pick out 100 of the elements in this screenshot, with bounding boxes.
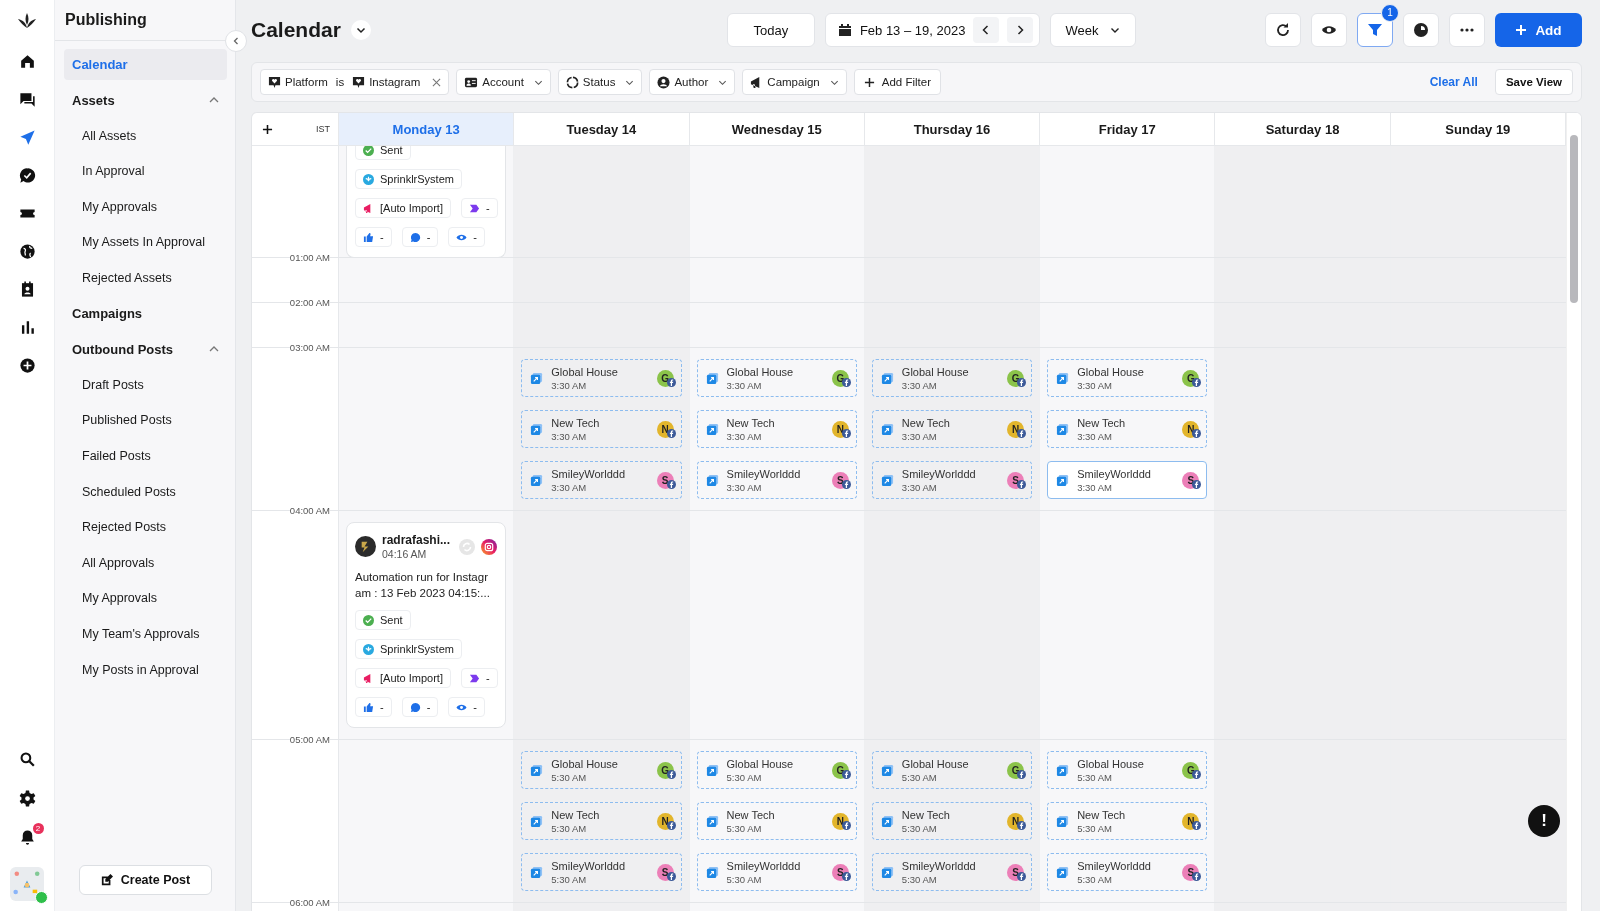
scheduled-post-card[interactable]: Global House 3:30 AM G [871,359,1033,397]
calendar-cell[interactable] [1390,348,1566,510]
calendar-cell[interactable] [1390,303,1566,347]
add-circle-icon[interactable] [17,356,37,375]
sidebar-item[interactable]: All Assets [64,120,227,152]
filter-dropdown[interactable]: Campaign [742,69,847,95]
calendar-cell[interactable] [339,348,515,510]
sidebar-item[interactable]: Calendar [64,49,227,80]
calendar-cell[interactable] [1390,146,1566,257]
add-event-button[interactable] [262,123,273,135]
post-card[interactable]: radrafashi... 04:16 AM Automation run for Instagram : 13 Feb 2023 04:15:... Sent SprinklrSystem [Auto Import] - - - - [346,522,507,728]
calendar-cell[interactable] [1040,146,1216,257]
scheduled-post-card[interactable]: SmileyWorlddd 3:30 AM S [696,461,857,499]
calendar-cell[interactable] [864,146,1041,257]
day-header[interactable]: Thursday 16 [864,113,1041,145]
pie-chart-button[interactable] [1403,13,1439,47]
sidebar-item[interactable]: Published Posts [64,404,227,436]
filter-icon [1367,22,1383,38]
calendar-cell[interactable] [339,740,515,902]
sidebar-item[interactable]: Draft Posts [64,369,227,401]
scheduled-post-card[interactable]: SmileyWorlddd 3:30 AM S [1047,461,1208,499]
today-button[interactable]: Today [726,13,815,47]
sidebar-item[interactable]: My Approvals [64,191,227,223]
check-bubble-icon[interactable] [17,166,37,185]
scheduled-post-card[interactable]: New Tech 3:30 AM N [521,410,682,448]
close-icon[interactable] [432,77,442,87]
day-header[interactable]: Saturday 18 [1215,113,1391,145]
save-view-button[interactable]: Save View [1494,69,1573,95]
day-header[interactable]: Tuesday 14 [514,113,690,145]
scheduled-post-card[interactable]: SmileyWorlddd 3:30 AM S [871,461,1033,499]
platform-filter-chip[interactable]: Platform is Instagram [260,69,450,95]
calendar-cell[interactable] [1390,740,1566,902]
filter-dropdown[interactable]: Account [456,69,551,95]
sidebar-item[interactable]: My Approvals [64,582,227,614]
calendar-cell[interactable]: Global House 5:30 AM G New Tech 5:30 AM N SmileyWorlddd 5:30 AM S [514,740,690,902]
scheduled-post-card[interactable]: Global House 3:30 AM G [696,359,857,397]
sidebar-item[interactable]: Rejected Posts [64,511,227,543]
clear-all-link[interactable]: Clear All [1429,75,1478,89]
post-time: 3:30 AM [726,481,763,493]
sidebar-item[interactable]: Rejected Assets [64,262,227,294]
calendar-cell[interactable] [1215,146,1391,257]
calendar-cell[interactable] [1390,511,1566,739]
scheduled-post-card[interactable]: SmileyWorlddd 5:30 AM S [696,853,857,891]
sidebar-item[interactable]: My Team's Approvals [64,618,227,650]
scrollbar[interactable] [1566,113,1581,911]
scheduled-post-card[interactable]: Global House 5:30 AM G [871,751,1033,789]
sidebar-item[interactable]: All Approvals [64,547,227,579]
collapse-button[interactable] [225,30,247,52]
scheduled-post-card[interactable]: New Tech 5:30 AM N [521,802,682,840]
calendar-cell[interactable] [339,258,515,302]
scheduled-post-card[interactable]: SmileyWorlddd 5:30 AM S [521,853,682,891]
add-filter-button[interactable]: Add Filter [853,69,941,95]
create-post-button[interactable]: Create Post [79,865,212,895]
add-button[interactable]: Add [1495,13,1582,47]
calendar-cell[interactable] [1390,258,1566,302]
calendar-cell[interactable]: Global House 3:30 AM G New Tech 3:30 AM N SmileyWorlddd 3:30 AM S [514,348,690,510]
scheduled-post-card[interactable]: Global House 5:30 AM G [1047,751,1208,789]
scheduled-post-card[interactable]: New Tech 5:30 AM N [696,802,857,840]
scrollbar-thumb[interactable] [1570,135,1578,303]
sidebar-item[interactable]: Campaigns [64,298,227,330]
calendar-cell[interactable]: Global House 5:30 AM G New Tech 5:30 AM N SmileyWorlddd 5:30 AM S [689,740,865,902]
date-range-picker[interactable]: Feb 13 – 19, 2023 [824,13,1041,47]
next-button[interactable] [1007,17,1034,43]
sidebar-item[interactable]: Scheduled Posts [64,476,227,508]
scheduled-post-card[interactable]: New Tech 3:30 AM N [696,410,857,448]
day-header[interactable]: Monday 13 [339,113,515,145]
scheduled-post-card[interactable]: SmileyWorlddd 5:30 AM S [1047,853,1208,891]
day-header[interactable]: Wednesday 15 [689,113,865,145]
scheduled-post-card[interactable]: Global House 3:30 AM G [521,359,682,397]
calendar-cell[interactable] [339,303,515,347]
filter-dropdown[interactable]: Status [557,69,643,95]
more-button[interactable] [1449,13,1485,47]
calendar-cell[interactable]: Global House 3:30 AM G New Tech 3:30 AM N SmileyWorlddd 3:30 AM S [689,348,865,510]
calendar-cell[interactable] [689,146,865,257]
post-time: 3:30 AM [551,481,588,493]
sidebar-item[interactable]: My Posts in Approval [64,654,227,686]
preview-button[interactable] [1311,13,1347,47]
refresh-button[interactable] [1265,13,1301,47]
settings-icon[interactable] [17,789,37,808]
sidebar-item[interactable]: My Assets In Approval [64,226,227,258]
chat-icon[interactable] [17,90,37,109]
previous-button[interactable] [973,17,1000,43]
calendar-cell[interactable] [514,146,690,257]
sidebar-item[interactable]: In Approval [64,155,227,187]
sidebar-item[interactable]: Outbound Posts [64,333,227,365]
scheduled-post-card[interactable]: Global House 5:30 AM G [696,751,857,789]
calendar-cell[interactable]: radrafashi... 04:16 AM Automation run for Instagram : 13 Feb 2023 04:15:... Sent SprinklrSystem [Auto Import] - - - - [339,511,515,739]
filter-count-badge: 1 [1381,4,1399,22]
day-header[interactable]: Friday 17 [1040,113,1216,145]
post-time: 3:30 AM [901,481,938,493]
title-dropdown-button[interactable] [350,20,371,40]
filter-dropdown[interactable]: Author [649,69,736,95]
sidebar-item[interactable]: Assets [64,84,227,116]
scheduled-post-card[interactable]: Global House 5:30 AM G [521,751,682,789]
scheduled-post-card[interactable]: SmileyWorlddd 5:30 AM S [871,853,1033,891]
scheduled-post-card[interactable]: SmileyWorlddd 3:30 AM S [521,461,682,499]
globe-icon[interactable] [17,242,37,261]
sidebar-item[interactable]: Failed Posts [64,440,227,472]
scheduled-post-card[interactable]: Global House 3:30 AM G [1047,359,1208,397]
view-dropdown[interactable]: Week [1050,13,1137,47]
